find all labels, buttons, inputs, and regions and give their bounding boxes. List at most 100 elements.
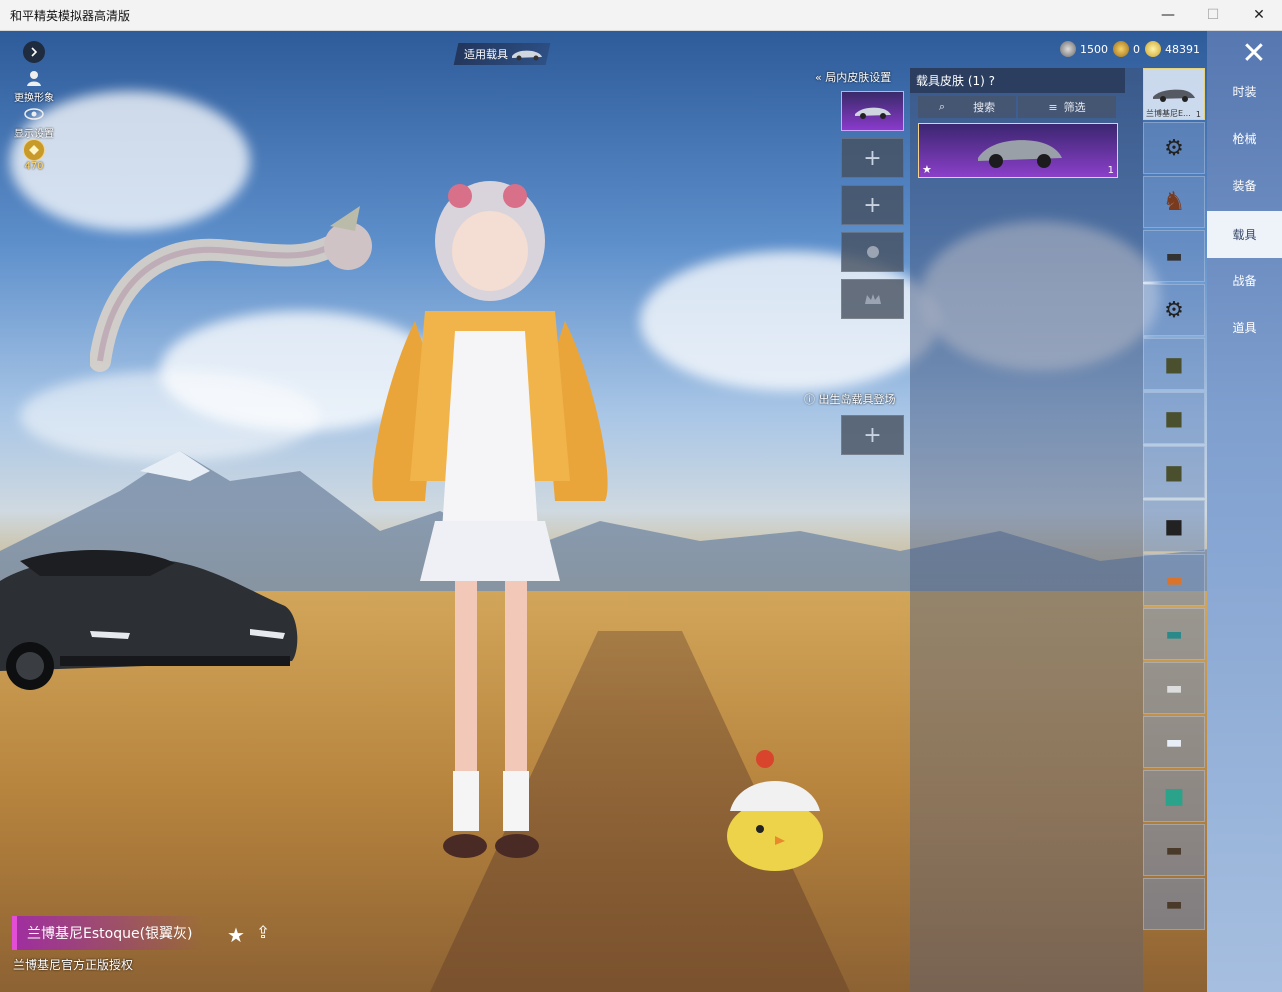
police-car-icon: ▬: [1165, 731, 1183, 753]
applied-vehicle-label: 适用载具: [464, 48, 508, 61]
vehicle-item-police-car[interactable]: ▬: [1143, 716, 1205, 768]
character-avatar: [372, 181, 608, 858]
cloud: [640, 251, 940, 391]
filter-button[interactable]: ≡ 筛选: [1018, 96, 1116, 118]
in-game-skin-settings-label: « 局内皮肤设置: [815, 71, 892, 84]
vehicle-item-jeep-3[interactable]: ■: [1143, 446, 1205, 498]
gold-value: 48391: [1165, 42, 1200, 56]
game-scene: 更换形象 显示设置 470 适用载具 1500 0 48391 « 局内皮肤设置: [0, 31, 1282, 992]
display-settings-label: 显示设置: [14, 129, 54, 140]
vehicle-skin-panel: 载具皮肤 (1) ? ⌕ 搜索 ≡ 筛选 ★ 1: [910, 68, 1143, 992]
currency-token: 1500: [1060, 41, 1108, 57]
favorite-star-icon[interactable]: ★: [227, 923, 245, 947]
plus-icon: +: [863, 145, 882, 171]
crown-icon: [864, 294, 881, 304]
skin-slot-locked-2[interactable]: [841, 279, 904, 319]
vehicle-item-sedan-teal[interactable]: ▬: [1143, 608, 1205, 660]
skin-slot-1[interactable]: [841, 91, 904, 131]
close-window-button[interactable]: ✕: [1236, 0, 1282, 30]
tab-fashion[interactable]: 时装: [1207, 68, 1282, 115]
vehicle-name: 兰博基尼Estoque(银翼灰): [17, 916, 203, 950]
buggy-icon: ▬: [1165, 245, 1183, 267]
maximize-button[interactable]: ☐: [1190, 0, 1236, 30]
spawn-vehicle-add-slot[interactable]: +: [841, 415, 904, 455]
tab-weapons[interactable]: 枪械: [1207, 115, 1282, 162]
display-settings-button[interactable]: 显示设置: [6, 103, 62, 140]
jeep-icon: ■: [1164, 406, 1184, 430]
token-value: 1500: [1080, 42, 1108, 56]
skin-slot-add-1[interactable]: +: [841, 138, 904, 178]
vehicle-item-pickup-1[interactable]: ▬: [1143, 824, 1205, 876]
change-appearance-button[interactable]: 更换形象: [6, 67, 62, 104]
motorbike-icon: ⚙: [1164, 297, 1184, 323]
window-title: 和平精英模拟器高清版: [10, 9, 131, 23]
category-tabs: 时装 枪械 装备 载具 战备 道具: [1207, 31, 1282, 992]
close-icon[interactable]: ✕: [1234, 37, 1274, 73]
applied-vehicle-indicator[interactable]: 适用载具: [453, 43, 551, 65]
spawn-vehicle-label: ⓘ 出生岛载具登场: [804, 393, 896, 406]
minimize-button[interactable]: —: [1145, 0, 1191, 30]
sedan-icon: ▬: [1165, 623, 1183, 645]
help-icon: ⓘ: [804, 393, 815, 406]
change-appearance-label: 更换形象: [14, 93, 54, 104]
vehicle-item-count: 1: [1195, 110, 1201, 119]
skin-card-count: 1: [1107, 165, 1114, 176]
vehicle-skin-count: (1): [967, 74, 985, 88]
tab-equipment[interactable]: 装备: [1207, 162, 1282, 209]
vehicle-item-jeep-2[interactable]: ■: [1143, 392, 1205, 444]
filter-label: 筛选: [1063, 101, 1086, 114]
chevron-left-icon: «: [815, 71, 822, 84]
vehicle-item-monster-truck[interactable]: ■: [1143, 500, 1205, 552]
expand-panel-button[interactable]: [6, 41, 62, 63]
vehicle-item-lamborghini[interactable]: 兰博基尼E... 1: [1143, 68, 1205, 120]
jeep-icon: ■: [1164, 460, 1184, 484]
gold-coin-icon: [1145, 41, 1161, 57]
rank-value: 470: [24, 161, 44, 172]
coupon-icon: [1113, 41, 1129, 57]
motorcycle-icon: ⚙: [1164, 135, 1184, 161]
vehicle-item-van[interactable]: ■: [1143, 770, 1205, 822]
vehicle-item-motorcycle[interactable]: ⚙: [1143, 122, 1205, 174]
vehicle-item-jeep-1[interactable]: ■: [1143, 338, 1205, 390]
arrow-right-icon: [23, 41, 45, 63]
vehicle-item-motorbike[interactable]: ⚙: [1143, 284, 1205, 336]
share-icon[interactable]: ⇪: [256, 923, 270, 943]
search-label: 搜索: [973, 101, 996, 114]
vehicle-skin-header: 载具皮肤 (1) ?: [910, 68, 1125, 93]
vehicle-item-horse[interactable]: ♞: [1143, 176, 1205, 228]
vehicle-skin-title: 载具皮肤: [916, 74, 965, 88]
horse-icon: ♞: [1162, 187, 1186, 217]
rank-emblem-icon: [23, 139, 45, 161]
car-icon: [1153, 89, 1195, 102]
pickup-icon: ▬: [1165, 893, 1183, 915]
coupon-value: 0: [1133, 42, 1140, 56]
vehicle-license-text: 兰博基尼官方正版授权: [13, 958, 134, 972]
favorite-icon: ★: [922, 163, 932, 176]
tab-vehicles[interactable]: 载具: [1207, 211, 1282, 258]
skin-slot-locked-1[interactable]: [841, 232, 904, 272]
tab-combat-prep[interactable]: 战备: [1207, 257, 1282, 304]
monster-truck-icon: ■: [1164, 514, 1184, 538]
vehicle-item-sedan-orange[interactable]: ▬: [1143, 554, 1205, 606]
chick-pet: [727, 750, 823, 871]
rank-badge[interactable]: 470: [6, 139, 62, 172]
token-icon: [1060, 41, 1076, 57]
search-button[interactable]: ⌕ 搜索: [918, 96, 1016, 118]
search-icon: ⌕: [938, 100, 946, 113]
vehicle-item-pickup-2[interactable]: ▬: [1143, 878, 1205, 930]
plus-icon: +: [863, 422, 882, 448]
vehicle-item-sedan-white[interactable]: ▬: [1143, 662, 1205, 714]
lamborghini-car: [0, 549, 298, 690]
help-icon[interactable]: ?: [989, 74, 995, 88]
vehicle-item-buggy[interactable]: ▬: [1143, 230, 1205, 282]
van-icon: ■: [1163, 783, 1185, 809]
tab-items[interactable]: 道具: [1207, 304, 1282, 351]
lock-icon: [866, 246, 879, 258]
skin-slot-add-2[interactable]: +: [841, 185, 904, 225]
sedan-icon: ▬: [1165, 677, 1183, 699]
pickup-icon: ▬: [1165, 839, 1183, 861]
vehicle-skin-card[interactable]: ★ 1: [918, 123, 1118, 178]
plus-icon: +: [863, 192, 882, 218]
person-icon: [23, 67, 45, 89]
window-titlebar: 和平精英模拟器高清版 — ☐ ✕: [0, 0, 1282, 31]
